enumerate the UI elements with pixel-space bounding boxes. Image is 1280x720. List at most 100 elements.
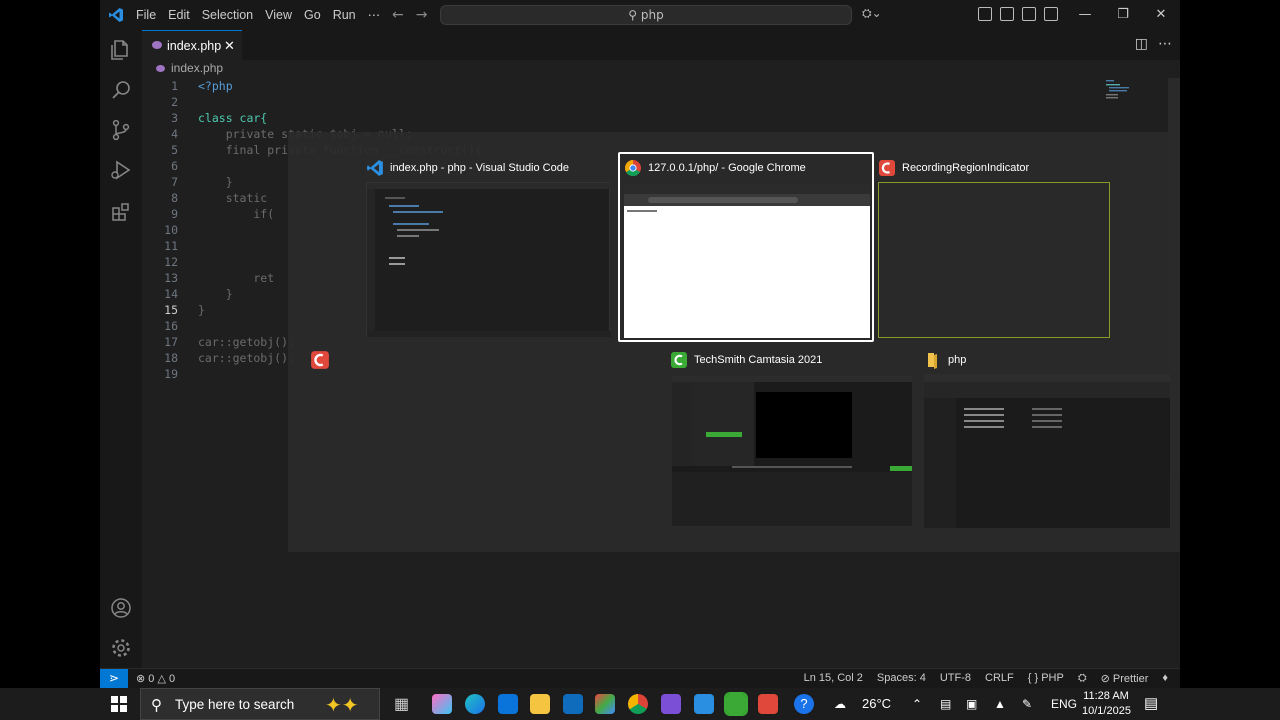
toggle-secondary-sidebar-icon[interactable]	[1044, 7, 1058, 21]
chrome-icon	[625, 160, 641, 177]
line-number: 16	[164, 319, 178, 333]
camtasia-taskbar-icon[interactable]	[724, 692, 748, 716]
title-bar: File Edit Selection View Go Run ⋯ ← → ⚲ …	[100, 0, 1180, 30]
error-icon: ⊗	[136, 673, 146, 685]
close-tab-icon[interactable]: ✕	[224, 38, 235, 54]
windows-start-icon[interactable]	[111, 696, 127, 712]
menu-run[interactable]: Run	[327, 0, 362, 30]
switcher-window-explorer[interactable]: php	[924, 348, 1172, 530]
visual-studio-icon[interactable]	[661, 694, 681, 714]
menu-view[interactable]: View	[259, 0, 298, 30]
notification-center-icon[interactable]: ▤	[1144, 688, 1158, 720]
copilot-icon[interactable]: ⛭⌄	[862, 6, 882, 21]
cursor-position[interactable]: Ln 15, Col 2	[804, 672, 863, 685]
window-thumbnail	[624, 184, 870, 338]
line-number: 8	[171, 191, 178, 205]
toggle-panel-icon[interactable]	[1022, 7, 1036, 21]
split-editor-icon[interactable]: ◫	[1135, 36, 1148, 52]
camtasia-icon	[671, 352, 687, 368]
edge-icon[interactable]	[465, 694, 485, 714]
help-icon[interactable]: ?	[794, 694, 814, 714]
weather-temp[interactable]: 26°C	[862, 688, 891, 720]
switcher-window-chrome-selected[interactable]: 127.0.0.1/php/ - Google Chrome	[618, 152, 874, 342]
menu-more[interactable]: ⋯	[362, 0, 387, 30]
line-text: }	[198, 287, 233, 301]
error-count: 0	[148, 673, 155, 685]
code-line: 2	[142, 94, 1142, 110]
copilot-app-icon[interactable]	[432, 694, 452, 714]
encoding[interactable]: UTF-8	[940, 672, 971, 685]
line-number: 4	[171, 127, 178, 141]
menu-edit[interactable]: Edit	[162, 0, 196, 30]
camtasia-recorder-taskbar-icon[interactable]	[758, 694, 778, 714]
forward-arrow-icon[interactable]: →	[416, 7, 428, 23]
window-title-text: 127.0.0.1/php/ - Google Chrome	[648, 162, 806, 174]
meet-tray-icon[interactable]: ▣	[966, 688, 977, 720]
file-explorer-icon[interactable]	[530, 694, 550, 714]
chrome-taskbar-icon[interactable]	[628, 694, 648, 714]
chrome-thumbnail-preview	[624, 184, 870, 212]
switcher-window-vscode[interactable]: index.php - php - Visual Studio Code	[366, 156, 611, 340]
search-icon[interactable]	[109, 78, 133, 102]
run-debug-icon[interactable]	[109, 158, 133, 182]
remote-indicator-icon[interactable]: ⋗	[100, 669, 128, 688]
line-text: }	[198, 175, 233, 189]
breadcrumb[interactable]: index.php	[156, 61, 223, 75]
menu-file[interactable]: File	[130, 0, 162, 30]
minimize-icon[interactable]: —	[1066, 0, 1104, 30]
customize-layout-icon[interactable]	[978, 7, 992, 21]
switcher-window-recording-region[interactable]: RecordingRegionIndicator	[878, 156, 1110, 340]
switcher-window-camtasia[interactable]: TechSmith Camtasia 2021	[670, 348, 914, 528]
show-hidden-icons-icon[interactable]: ⌃	[912, 688, 922, 720]
m365-icon[interactable]	[595, 694, 615, 714]
window-title: index.php - php - Visual Studio Code	[366, 156, 569, 180]
line-number: 11	[164, 239, 178, 253]
clock[interactable]: 11:28 AM 10/1/2025	[1082, 689, 1131, 719]
status-bar: ⋗ ⊗ 0 △ 0 Ln 15, Col 2 Spaces: 4 UTF-8 C…	[100, 668, 1180, 688]
prettier-status[interactable]: ⊘ Prettier	[1101, 672, 1149, 685]
line-number: 5	[171, 143, 178, 157]
more-actions-icon[interactable]: ⋯	[1158, 36, 1172, 52]
line-number: 10	[164, 223, 178, 237]
explorer-icon[interactable]	[109, 38, 133, 62]
weather-icon[interactable]: ☁	[834, 688, 846, 720]
line-ending[interactable]: CRLF	[985, 672, 1014, 685]
accounts-icon[interactable]	[109, 596, 133, 620]
source-control-icon[interactable]	[109, 118, 133, 142]
window-title: 127.0.0.1/php/ - Google Chrome	[624, 156, 806, 180]
language-mode[interactable]: { } PHP	[1028, 672, 1064, 685]
toggle-primary-sidebar-icon[interactable]	[1000, 7, 1014, 21]
back-arrow-icon[interactable]: ←	[392, 7, 404, 23]
input-language[interactable]: ENG	[1051, 688, 1077, 720]
menu-selection[interactable]: Selection	[196, 0, 259, 30]
minimap[interactable]	[1103, 78, 1133, 100]
copilot-status-icon[interactable]: ⛭	[1078, 672, 1087, 685]
editor-actions: ◫ ⋯	[1135, 36, 1172, 52]
window-title: TechSmith Camtasia 2021	[670, 348, 822, 372]
line-text: car::getobj();	[198, 351, 295, 365]
task-view-icon[interactable]: ▦	[394, 694, 414, 714]
indentation[interactable]: Spaces: 4	[877, 672, 926, 685]
vscode-icon	[367, 160, 383, 176]
window-title-text: php	[948, 354, 967, 366]
network-tray-icon[interactable]: ▤	[940, 688, 951, 720]
extensions-icon[interactable]	[109, 200, 133, 224]
outlook-icon[interactable]	[563, 694, 583, 714]
store-icon[interactable]	[498, 694, 518, 714]
window-thumbnail	[366, 182, 611, 337]
settings-gear-icon[interactable]	[109, 636, 133, 660]
command-center[interactable]: ⚲ php	[440, 5, 852, 25]
usb-tray-icon[interactable]: ▲	[994, 688, 1006, 720]
problems-indicator[interactable]: ⊗ 0 △ 0	[136, 672, 175, 685]
tab-index-php[interactable]: index.php ✕	[142, 30, 242, 60]
close-icon[interactable]: ✕	[1142, 0, 1180, 30]
taskbar-search-box[interactable]: ⚲ Type here to search ✦✦	[140, 688, 380, 720]
code-line: 1 <?php	[142, 78, 1142, 94]
pen-tray-icon[interactable]: ✎	[1022, 688, 1032, 720]
notifications-bell-icon[interactable]: ♦	[1162, 672, 1168, 685]
restore-icon[interactable]: ❐	[1104, 0, 1142, 30]
menu-go[interactable]: Go	[298, 0, 327, 30]
prettier-icon: ⊘	[1100, 673, 1113, 685]
vscode-taskbar-icon[interactable]	[694, 694, 714, 714]
line-number: 6	[171, 159, 178, 173]
